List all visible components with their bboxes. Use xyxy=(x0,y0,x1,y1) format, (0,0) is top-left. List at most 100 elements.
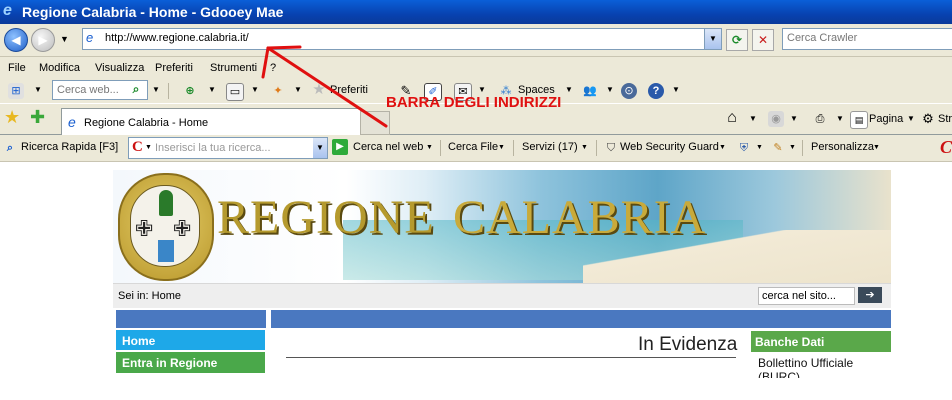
tab-label[interactable]: Regione Calabria - Home xyxy=(84,117,208,129)
shield-icon: ⛉ xyxy=(606,142,616,154)
web-security-guard-button[interactable]: Web Security Guard xyxy=(620,141,719,153)
search-dropdown-icon[interactable]: ▼ xyxy=(152,85,160,94)
feeds-icon[interactable]: ◉ xyxy=(768,111,784,127)
menu-visualizza[interactable]: Visualizza xyxy=(95,62,144,74)
history-dropdown-icon[interactable]: ▼ xyxy=(60,34,69,44)
mail-dropdown-icon[interactable]: ▼ xyxy=(478,85,486,94)
in-evidenza-heading: In Evidenza xyxy=(638,334,738,355)
site-search-button[interactable]: ➔ xyxy=(858,287,882,303)
nav-item-entra-in-regione[interactable]: Entra in Regione xyxy=(116,352,265,373)
magnifier-icon[interactable]: ⌕ xyxy=(2,140,18,156)
menu-help[interactable]: ? xyxy=(270,62,276,74)
breadcrumb-bar: Sei in: Home cerca nel sito... ➔ xyxy=(113,283,891,308)
print-dropdown-icon[interactable]: ▼ xyxy=(836,114,844,123)
menu-preferiti[interactable]: Preferiti xyxy=(155,62,193,74)
separator xyxy=(168,83,169,99)
personalizza-dropdown-icon[interactable]: ▼ xyxy=(873,144,880,151)
messenger-dropdown-icon[interactable]: ▼ xyxy=(294,85,302,94)
wsg-dropdown-icon[interactable]: ▼ xyxy=(719,144,726,151)
cerca-file-button[interactable]: Cerca File xyxy=(448,141,498,153)
tab-active[interactable]: e Regione Calabria - Home xyxy=(61,108,361,135)
web-search-placeholder: Cerca web... xyxy=(57,84,119,96)
help-dropdown-icon[interactable]: ▼ xyxy=(672,85,680,94)
badge-dropdown-icon[interactable]: ▼ xyxy=(756,144,763,151)
forward-button[interactable]: ▶ xyxy=(31,28,55,52)
favorites-center-icon[interactable]: ★ xyxy=(4,107,20,128)
messenger-icon[interactable]: ✦ xyxy=(270,83,286,99)
preferiti-button[interactable]: Preferiti xyxy=(330,84,368,96)
conduit-logo-icon: C xyxy=(940,137,952,157)
security-badge-icon[interactable]: ⛨ xyxy=(736,140,752,156)
windows-flag-icon[interactable]: ⊞ xyxy=(8,83,24,99)
nav-header-bar xyxy=(116,310,266,328)
menu-file[interactable]: File xyxy=(8,62,26,74)
tools-gear-icon[interactable]: ⚙ xyxy=(920,111,936,127)
contacts-dropdown-icon[interactable]: ▼ xyxy=(606,85,614,94)
tab-page-icon: e xyxy=(68,114,76,130)
nav-item-home[interactable]: Home xyxy=(116,330,265,350)
play-search-icon[interactable]: ▶ xyxy=(332,139,348,155)
conduit-logo-icon: C xyxy=(132,139,143,155)
site-banner: ✙ ✙ REGIONE CALABRIA xyxy=(113,170,891,283)
banner-title-regione: REGIONE xyxy=(217,191,435,244)
cerca-web-dropdown-icon[interactable]: ▼ xyxy=(426,144,433,151)
addon-toolbar: ⌕ Ricerca Rapida [F3] C ▼ Inserisci la t… xyxy=(0,135,952,162)
separator xyxy=(596,140,597,156)
nav-item-label[interactable]: Entra in Regione xyxy=(122,356,217,370)
brush-icon[interactable]: ✎ xyxy=(770,140,786,156)
address-dropdown-icon[interactable]: ▼ xyxy=(704,29,721,49)
regione-crest-icon: ✙ ✙ xyxy=(118,173,214,281)
contacts-icon[interactable]: 👥 xyxy=(582,83,598,99)
url-text[interactable]: http://www.regione.calabria.it/ xyxy=(105,32,249,44)
home-icon[interactable]: ⌂ xyxy=(724,110,740,126)
banche-dati-title: Banche Dati xyxy=(755,335,825,349)
windows-dropdown-icon[interactable]: ▼ xyxy=(34,85,42,94)
menu-modifica[interactable]: Modifica xyxy=(39,62,80,74)
favorites-star-icon[interactable]: ★ xyxy=(311,82,327,98)
strumenti-menu[interactable]: Str xyxy=(938,113,952,125)
back-button[interactable]: ◀ xyxy=(4,28,28,52)
breadcrumb: Sei in: Home xyxy=(118,290,181,302)
address-bar[interactable]: e http://www.regione.calabria.it/ ▼ xyxy=(82,28,722,50)
spaces-dropdown-icon[interactable]: ▼ xyxy=(565,85,573,94)
cerca-nel-web-button[interactable]: Cerca nel web xyxy=(353,141,423,153)
new-tab-button[interactable] xyxy=(360,111,390,135)
site-search-input[interactable]: cerca nel sito... xyxy=(758,287,855,305)
servizi-dropdown-icon[interactable]: ▼ xyxy=(581,144,588,151)
banche-dati-header: Banche Dati xyxy=(751,331,891,352)
ricerca-rapida-button[interactable]: Ricerca Rapida [F3] xyxy=(21,141,118,153)
stop-button[interactable]: ✕ xyxy=(752,29,774,51)
bollettino-link[interactable]: Bollettino Ufficiale (BURC) xyxy=(758,356,878,378)
window-dropdown-icon[interactable]: ▼ xyxy=(251,85,259,94)
cerca-file-dropdown-icon[interactable]: ▼ xyxy=(498,144,505,151)
separator xyxy=(440,140,441,156)
pagina-menu[interactable]: Pagina xyxy=(869,113,903,125)
circle-icon[interactable]: ⊙ xyxy=(621,83,637,99)
site-search-placeholder: cerca nel sito... xyxy=(762,290,836,302)
print-icon[interactable]: ⎙ xyxy=(812,111,828,127)
help-icon[interactable]: ? xyxy=(648,83,664,99)
add-favorite-icon[interactable]: ✚ xyxy=(30,107,45,128)
window-icon[interactable]: ▭ xyxy=(226,83,244,101)
servizi-button[interactable]: Servizi (17) xyxy=(522,141,578,153)
brush-dropdown-icon[interactable]: ▼ xyxy=(789,144,796,151)
separator xyxy=(802,140,803,156)
main-header-bar xyxy=(271,310,891,328)
refresh-button[interactable]: ⟳ xyxy=(726,29,748,51)
divider xyxy=(286,357,736,358)
pagina-dropdown-icon[interactable]: ▼ xyxy=(907,114,915,123)
addon-search-dropdown-icon[interactable]: ▼ xyxy=(313,138,327,158)
menu-bar: File Modifica Visualizza Preferiti Strum… xyxy=(0,57,952,79)
add-icon[interactable]: ⊕ xyxy=(182,83,198,99)
add-dropdown-icon[interactable]: ▼ xyxy=(208,85,216,94)
crawler-search-input[interactable]: Cerca Crawler xyxy=(782,28,952,50)
web-search-go-icon[interactable]: ⌕ xyxy=(128,80,144,98)
addon-search-input[interactable]: C ▼ Inserisci la tua ricerca... ▼ xyxy=(128,137,328,159)
crawler-search-placeholder: Cerca Crawler xyxy=(787,32,858,44)
engine-dropdown-icon[interactable]: ▼ xyxy=(145,144,152,151)
nav-item-label[interactable]: Home xyxy=(122,334,155,348)
home-dropdown-icon[interactable]: ▼ xyxy=(749,114,757,123)
feeds-dropdown-icon[interactable]: ▼ xyxy=(790,114,798,123)
menu-strumenti[interactable]: Strumenti xyxy=(210,62,257,74)
personalizza-button[interactable]: Personalizza xyxy=(811,141,874,153)
